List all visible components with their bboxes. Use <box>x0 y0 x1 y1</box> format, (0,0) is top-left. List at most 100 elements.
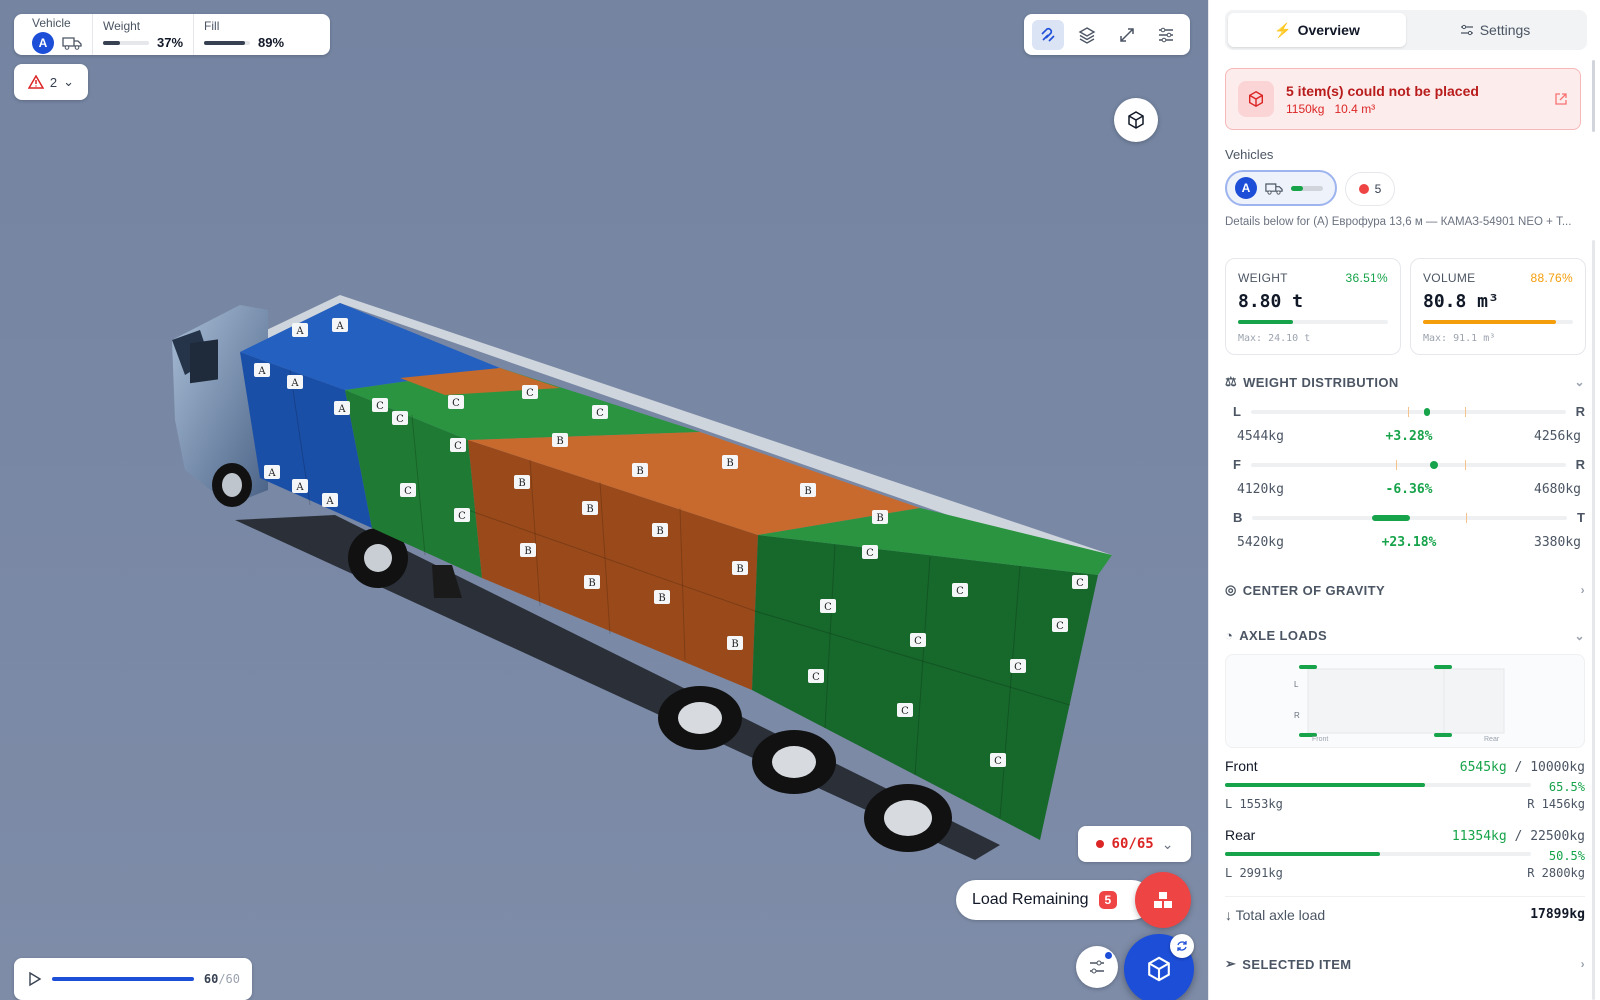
lr-right-value: 4256kg <box>1534 429 1581 444</box>
cargo-label-letter: A <box>257 366 266 377</box>
gauge-icon: ◔ <box>1225 628 1234 643</box>
alert-volume: 10.4 m³ <box>1334 101 1376 116</box>
vehicle-details-text: Details below for (A) Еврофура 13,6 м — … <box>1225 216 1572 228</box>
settings-sliders-icon <box>1460 24 1473 36</box>
front-axle-left: L 1553kg <box>1225 797 1283 811</box>
weight-label: Weight <box>103 19 141 33</box>
cargo-label-letter: C <box>526 388 534 399</box>
axle-diagram: L R Front Rear <box>1225 654 1585 748</box>
sliders-button[interactable] <box>1150 20 1182 50</box>
sliders-icon <box>1159 27 1174 42</box>
axle-loads-header[interactable]: ◔ AXLE LOADS ⌄ <box>1225 628 1585 643</box>
cargo-label-letter: C <box>914 636 922 647</box>
total-axle-load: ↓ Total axle load 17899kg <box>1225 896 1585 923</box>
vehicle-block[interactable]: Vehicle A <box>22 14 92 55</box>
weight-card-percent: 36.51% <box>1345 271 1388 285</box>
load-remaining-button[interactable] <box>1135 872 1191 928</box>
fill-mini-fill <box>204 40 245 45</box>
weight-mini-fill <box>103 40 121 45</box>
cargo-label-letter: B <box>876 513 883 524</box>
total-axle-load-label: Total axle load <box>1235 907 1326 923</box>
refresh-icon <box>1177 941 1187 951</box>
volume-card: VOLUME 88.76% 80.8 m³ Max: 91.1 m³ <box>1410 258 1586 355</box>
cargo-label-letter: B <box>656 526 663 537</box>
playback-progress[interactable] <box>52 977 194 981</box>
diagram-r-label: R <box>1294 711 1300 720</box>
unplaced-alert[interactable]: 5 item(s) could not be placed 1150kg 10.… <box>1225 68 1581 130</box>
truck-scene[interactable]: A A A A A A A A C C C C C C C C B B B B B B B B B B B B B C C C C C C C C C C <box>0 0 1208 1000</box>
distribution-lr: L R 4544kg +3.28% 4256kg <box>1233 404 1585 444</box>
view-toolbar <box>1024 14 1190 55</box>
front-axle-fill <box>1225 783 1426 787</box>
weight-card-max: Max: 24.10 t <box>1238 333 1311 344</box>
rear-axle-name: Rear <box>1225 827 1256 843</box>
front-axle-bar <box>1225 783 1531 787</box>
center-of-gravity-header[interactable]: ◎ CENTER OF GRAVITY › <box>1225 582 1585 598</box>
play-icon[interactable] <box>26 971 42 987</box>
scrollbar-thumb[interactable] <box>1592 240 1595 1000</box>
cargo-label-letter: A <box>295 326 304 337</box>
weight-card-label: WEIGHT <box>1238 271 1288 285</box>
vehicle-label: Vehicle <box>32 15 71 30</box>
front-axle-capacity: 10000kg <box>1530 760 1585 775</box>
cargo-label-letter: C <box>1076 578 1084 589</box>
cargo-label-letter: B <box>726 458 733 469</box>
item-count: 60/65 <box>1111 836 1154 852</box>
cargo-label-letter: C <box>404 486 412 497</box>
3d-viewport[interactable]: AAAAAAAACCCCCCCCBBBBBBBBBBBBBCCCCCCCCCC … <box>0 0 1208 1000</box>
cargo-label-letter: B <box>636 466 643 477</box>
item-count-dropdown[interactable]: 60/65 ⌄ <box>1078 826 1191 862</box>
expand-icon <box>1120 27 1134 42</box>
fill-label: Fill <box>204 19 220 33</box>
load-remaining-pill[interactable]: Load Remaining 5 <box>956 880 1152 920</box>
selected-item-header[interactable]: ➢ SELECTED ITEM › <box>1225 956 1585 972</box>
view-cube-button[interactable] <box>1114 98 1158 142</box>
volume-card-label: VOLUME <box>1423 271 1476 285</box>
weight-block: Weight 37% <box>92 14 193 55</box>
truck-icon <box>62 36 82 50</box>
scrollbar-thumb-top[interactable] <box>1592 60 1595 132</box>
cargo-label-letter: C <box>454 441 462 452</box>
unplaced-items-chip[interactable]: 5 <box>1345 172 1395 206</box>
bt-left-value: 5420kg <box>1237 535 1284 550</box>
filter-button[interactable] <box>1076 946 1118 988</box>
external-link-icon[interactable] <box>1554 92 1568 106</box>
weight-card-bar <box>1238 320 1388 324</box>
expand-button[interactable] <box>1111 20 1143 50</box>
scale-icon: ⚖ <box>1225 374 1238 389</box>
chevron-right-icon: › <box>1580 583 1585 597</box>
cargo-label-letter: A <box>267 468 276 479</box>
volume-card-bar <box>1423 320 1573 324</box>
front-left-wheel <box>1299 665 1317 669</box>
front-axle: Front 6545kg / 10000kg 65.5% L 1553kg R 1… <box>1225 758 1585 811</box>
chevron-down-icon: ⌄ <box>1574 628 1585 643</box>
tab-overview[interactable]: ⚡ Overview <box>1228 13 1406 47</box>
layers-icon <box>1078 26 1096 44</box>
cargo-label-letter: C <box>866 548 874 559</box>
rear-axle-capacity: 22500kg <box>1530 829 1585 844</box>
lr-percent: +3.28% <box>1385 429 1433 444</box>
center-of-gravity-title: CENTER OF GRAVITY <box>1242 582 1386 598</box>
vehicle-selector-a[interactable]: A <box>1225 170 1337 206</box>
magnet-button[interactable] <box>1031 19 1064 50</box>
load-remaining-count: 5 <box>1098 891 1118 909</box>
front-axle-name: Front <box>1225 758 1258 774</box>
weight-card-fill <box>1238 320 1293 324</box>
cargo-label-letter: B <box>736 564 743 575</box>
warnings-dropdown[interactable]: 2 ⌄ <box>14 64 88 100</box>
axis-right-label: R <box>1575 404 1585 419</box>
cargo-label-letter: C <box>901 706 909 717</box>
center-tick <box>1408 406 1410 417</box>
alert-subtitle: 1150kg 10.4 m³ <box>1286 102 1542 116</box>
diagram-l-label: L <box>1294 680 1299 689</box>
cargo-label-letter: C <box>452 398 460 409</box>
weight-distribution-header[interactable]: ⚖ WEIGHT DISTRIBUTION ⌄ <box>1225 374 1585 390</box>
cargo-label-letter: B <box>588 578 595 589</box>
rear-left-wheel <box>1434 665 1452 669</box>
layers-button[interactable] <box>1071 20 1103 50</box>
vehicle-badge[interactable]: A <box>32 31 54 54</box>
cargo-label-letter: B <box>586 504 593 515</box>
tab-settings[interactable]: Settings <box>1406 13 1584 47</box>
weight-percent: 37% <box>157 35 184 50</box>
refresh-button[interactable] <box>1170 934 1194 958</box>
